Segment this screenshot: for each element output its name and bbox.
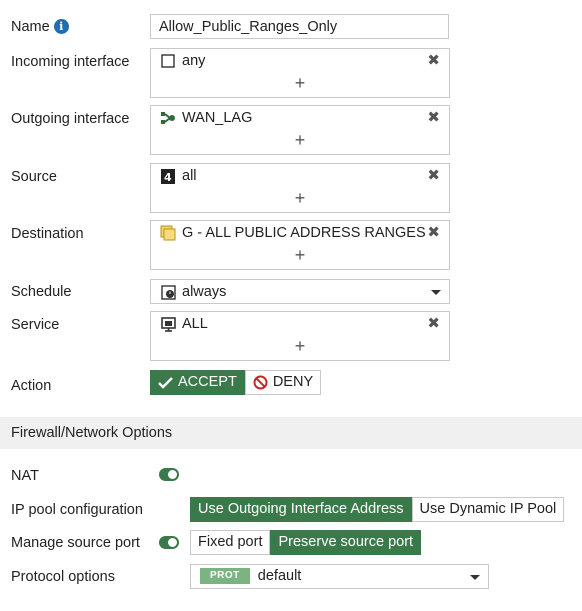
add-icon[interactable]: +: [151, 188, 449, 209]
toggle-knob: [168, 538, 177, 547]
action-toggle-group: ACCEPT DENY: [150, 370, 322, 395]
destination-entry[interactable]: G - ALL PUBLIC ADDRESS RANGES: [160, 225, 426, 241]
source-entry[interactable]: 4 all: [160, 168, 197, 184]
check-icon: [158, 376, 173, 389]
incoming-interface-entry[interactable]: any: [160, 53, 205, 69]
schedule-label: Schedule: [11, 284, 72, 300]
add-icon[interactable]: +: [151, 73, 449, 94]
ipv4-address-icon: 4: [160, 168, 176, 184]
name-input[interactable]: Allow_Public_Ranges_Only: [150, 14, 449, 39]
schedule-icon: [160, 284, 176, 300]
protocol-options-select[interactable]: PROT default: [190, 564, 489, 589]
destination-label: Destination: [11, 226, 84, 242]
service-label: Service: [11, 317, 60, 333]
outgoing-interface-entry[interactable]: WAN_LAG: [160, 110, 252, 126]
action-label: Action: [11, 378, 52, 394]
use-outgoing-interface-button[interactable]: Use Outgoing Interface Address: [190, 497, 412, 522]
prot-badge: PROT: [200, 568, 250, 584]
info-icon[interactable]: i: [53, 19, 69, 34]
ip-pool-toggle-group: Use Outgoing Interface Address Use Dynam…: [190, 497, 565, 522]
fixed-port-button[interactable]: Fixed port: [190, 530, 271, 555]
remove-icon[interactable]: ✖: [427, 166, 440, 184]
remove-icon[interactable]: ✖: [427, 51, 440, 69]
manage-source-port-label: Manage source port: [11, 535, 140, 551]
remove-icon[interactable]: ✖: [427, 314, 440, 332]
destination-field[interactable]: G - ALL PUBLIC ADDRESS RANGES ✖ +: [150, 220, 450, 270]
outgoing-interface-field[interactable]: WAN_LAG ✖ +: [150, 105, 450, 155]
source-field[interactable]: 4 all ✖ +: [150, 163, 450, 213]
deny-button[interactable]: DENY: [244, 370, 322, 395]
chevron-down-icon: [431, 290, 441, 295]
nat-label: NAT: [11, 468, 39, 484]
chevron-down-icon: [470, 575, 480, 580]
add-icon[interactable]: +: [151, 245, 449, 266]
address-group-icon: [160, 225, 176, 241]
name-label: Name i: [11, 19, 69, 35]
deny-icon: [253, 375, 268, 390]
protocol-options-label: Protocol options: [11, 569, 115, 585]
source-port-toggle-group: Fixed port Preserve source port: [190, 530, 422, 555]
section-header: Firewall/Network Options: [0, 417, 582, 449]
protocol-entry: PROT default: [200, 568, 301, 584]
ip-pool-label: IP pool configuration: [11, 502, 143, 518]
nat-toggle[interactable]: [159, 468, 179, 481]
incoming-interface-field[interactable]: any ✖ +: [150, 48, 450, 98]
service-entry[interactable]: ALL: [160, 316, 208, 332]
remove-icon[interactable]: ✖: [427, 108, 440, 126]
source-label: Source: [11, 169, 57, 185]
aggregate-interface-icon: [160, 110, 176, 126]
outgoing-interface-label: Outgoing interface: [11, 111, 130, 127]
service-icon: [160, 316, 176, 332]
accept-button[interactable]: ACCEPT: [150, 370, 245, 395]
service-field[interactable]: ALL ✖ +: [150, 311, 450, 361]
add-icon[interactable]: +: [151, 336, 449, 357]
incoming-interface-label: Incoming interface: [11, 54, 130, 70]
add-icon[interactable]: +: [151, 130, 449, 151]
remove-icon[interactable]: ✖: [427, 223, 440, 241]
source-port-toggle[interactable]: [159, 536, 179, 549]
svg-text:4: 4: [164, 171, 172, 184]
preserve-source-port-button[interactable]: Preserve source port: [270, 530, 422, 555]
use-dynamic-ip-pool-button[interactable]: Use Dynamic IP Pool: [411, 497, 565, 522]
schedule-entry: always: [160, 284, 226, 300]
interface-any-icon: [160, 53, 176, 69]
schedule-select[interactable]: always: [150, 279, 450, 304]
toggle-knob: [168, 470, 177, 479]
